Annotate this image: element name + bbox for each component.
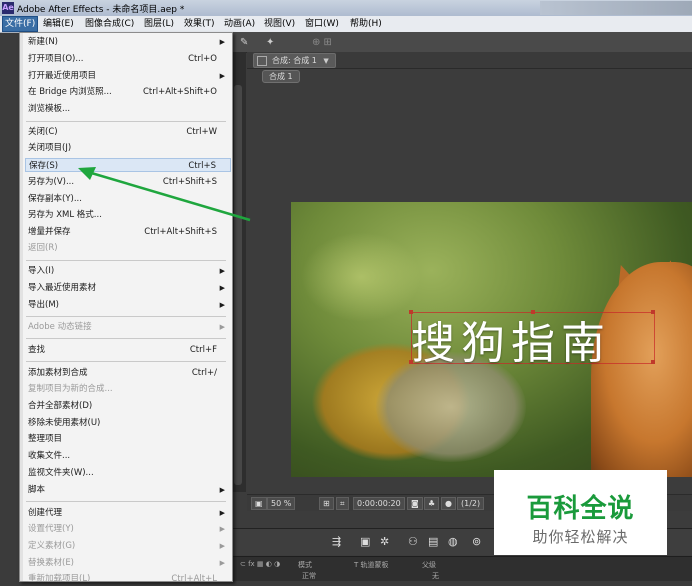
watermark: 百科全说 助你轻松解决 (494, 470, 667, 555)
watermark-subtitle: 助你轻松解决 (532, 528, 629, 546)
arrow-shaft (87, 170, 251, 222)
watermark-title: 百科全说 (526, 494, 635, 524)
